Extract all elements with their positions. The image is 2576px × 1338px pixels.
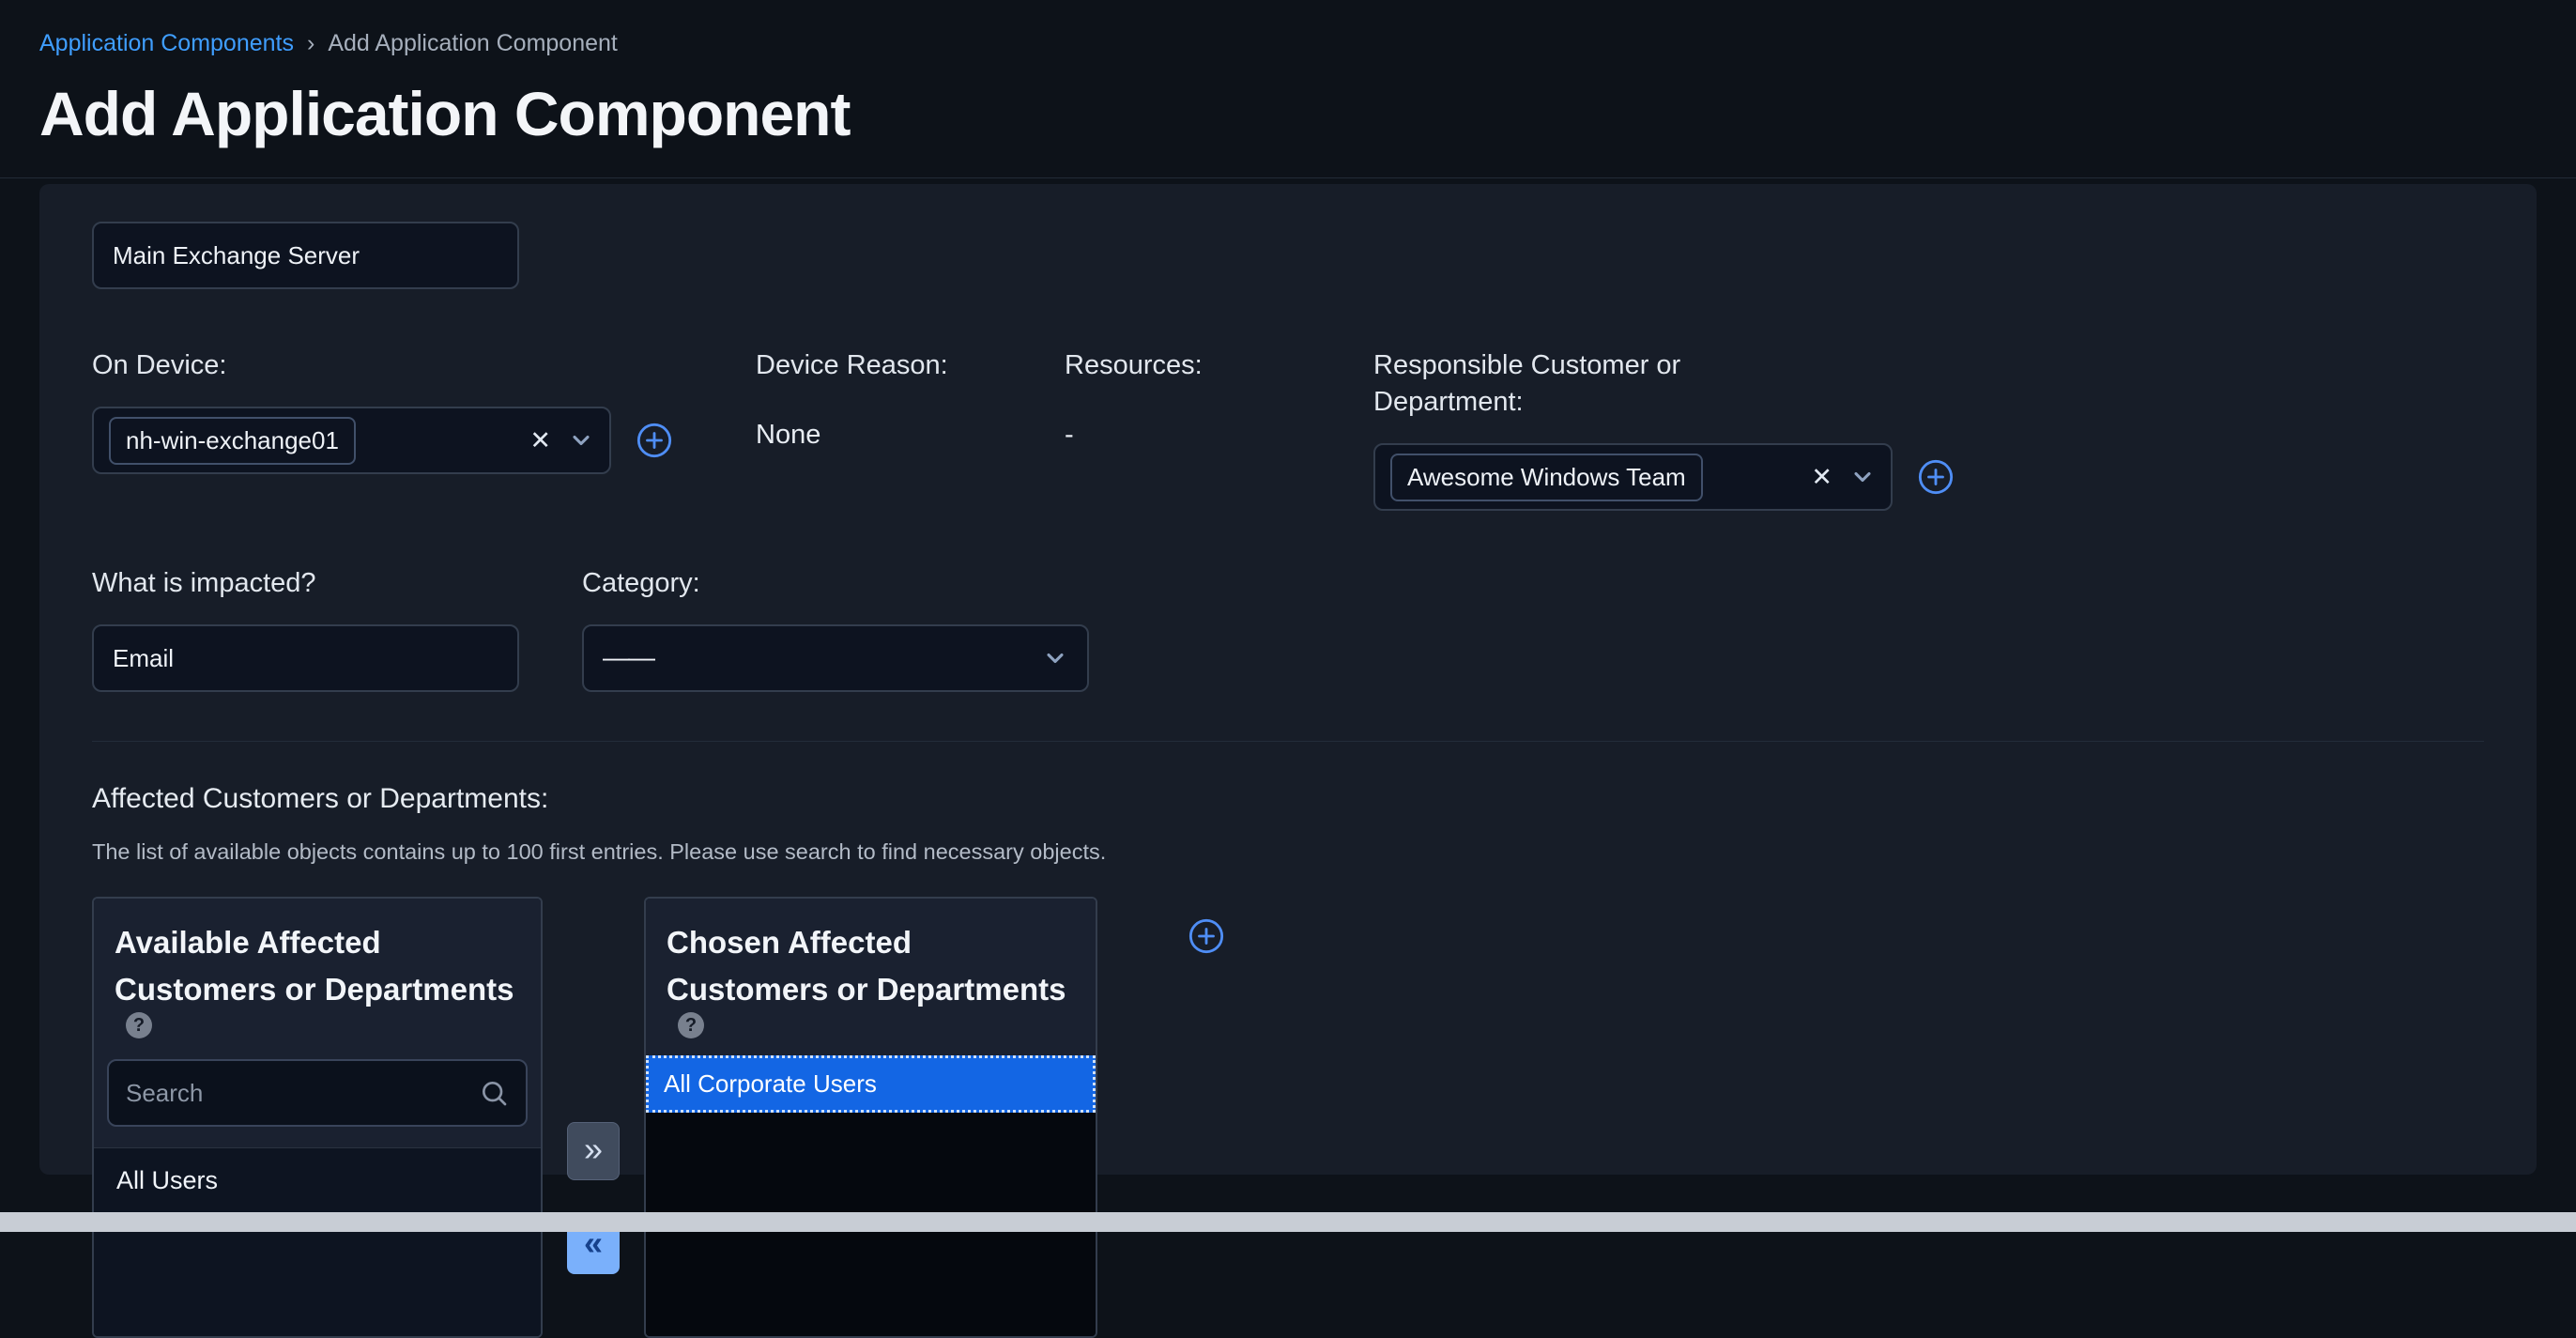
form-panel: On Device: nh-win-exchange01 ✕ Device Re… xyxy=(39,184,2537,1175)
impacted-input[interactable] xyxy=(92,624,519,692)
responsible-combobox[interactable]: Awesome Windows Team ✕ xyxy=(1373,443,1893,511)
chosen-listbox: Chosen Affected Customers or Departments… xyxy=(644,897,1097,1338)
device-reason-field: Device Reason: None xyxy=(756,347,1065,451)
breadcrumb-current: Add Application Component xyxy=(328,30,618,57)
search-icon xyxy=(479,1078,509,1113)
responsible-field: Responsible Customer or Department: Awes… xyxy=(1373,347,2484,511)
list-item[interactable]: All Users xyxy=(94,1148,541,1213)
available-search-input[interactable] xyxy=(107,1059,528,1127)
add-responsible-button[interactable] xyxy=(1917,458,1955,496)
chevron-down-icon xyxy=(1042,645,1068,671)
transfer-buttons: » « xyxy=(567,1122,620,1274)
on-device-selected-value: nh-win-exchange01 xyxy=(109,417,356,465)
chevron-down-icon[interactable] xyxy=(568,427,594,454)
category-select[interactable]: —— xyxy=(582,624,1089,692)
available-items: All Users xyxy=(94,1147,541,1336)
section-divider xyxy=(92,741,2484,742)
device-row: On Device: nh-win-exchange01 ✕ Device Re… xyxy=(92,347,2484,511)
category-field: Category: —— xyxy=(582,565,2484,692)
category-selected-value: —— xyxy=(603,643,653,674)
responsible-label: Responsible Customer or Department: xyxy=(1373,347,1786,421)
component-name-input[interactable] xyxy=(92,222,519,289)
available-list-title: Available Affected Customers or Departme… xyxy=(115,925,514,1007)
chosen-items: All Corporate Users xyxy=(646,1055,1096,1336)
responsible-clear-icon[interactable]: ✕ xyxy=(1811,465,1832,490)
impacted-field: What is impacted? xyxy=(92,565,582,692)
list-item-selected[interactable]: All Corporate Users xyxy=(646,1055,1096,1113)
add-device-button[interactable] xyxy=(636,422,673,459)
on-device-label: On Device: xyxy=(92,347,756,384)
available-list-header: Available Affected Customers or Departme… xyxy=(94,899,541,1055)
help-icon[interactable]: ? xyxy=(678,1012,704,1038)
affected-hint: The list of available objects contains u… xyxy=(92,839,2484,865)
breadcrumb-separator: › xyxy=(307,30,314,57)
page-header: Application Components › Add Application… xyxy=(0,0,2576,178)
affected-section-label: Affected Customers or Departments: xyxy=(92,783,2484,815)
add-affected-button[interactable] xyxy=(1188,917,1225,955)
breadcrumb: Application Components › Add Application… xyxy=(39,30,2537,57)
on-device-combobox[interactable]: nh-win-exchange01 ✕ xyxy=(92,407,611,474)
chevron-down-icon[interactable] xyxy=(1849,464,1876,490)
move-right-button[interactable]: » xyxy=(567,1122,620,1180)
chosen-list-title: Chosen Affected Customers or Departments xyxy=(667,925,1066,1007)
device-reason-label: Device Reason: xyxy=(756,347,1065,384)
device-reason-value: None xyxy=(756,420,1065,451)
resources-value: - xyxy=(1065,420,1373,451)
available-listbox: Available Affected Customers or Departme… xyxy=(92,897,543,1338)
responsible-selected-value: Awesome Windows Team xyxy=(1390,454,1703,501)
chosen-list-header: Chosen Affected Customers or Departments… xyxy=(646,899,1096,1055)
page-title: Add Application Component xyxy=(39,78,2537,149)
resources-field: Resources: - xyxy=(1065,347,1373,451)
category-label: Category: xyxy=(582,565,2484,602)
affected-dual-list: Available Affected Customers or Departme… xyxy=(92,897,2484,1338)
available-search-wrap xyxy=(94,1055,541,1147)
on-device-clear-icon[interactable]: ✕ xyxy=(529,428,551,454)
help-icon[interactable]: ? xyxy=(126,1012,152,1038)
breadcrumb-link-application-components[interactable]: Application Components xyxy=(39,30,294,57)
resources-label: Resources: xyxy=(1065,347,1373,384)
bottom-strip xyxy=(0,1212,2576,1232)
impacted-label: What is impacted? xyxy=(92,565,582,602)
on-device-field: On Device: nh-win-exchange01 ✕ xyxy=(92,347,756,474)
impact-row: What is impacted? Category: —— xyxy=(92,565,2484,692)
